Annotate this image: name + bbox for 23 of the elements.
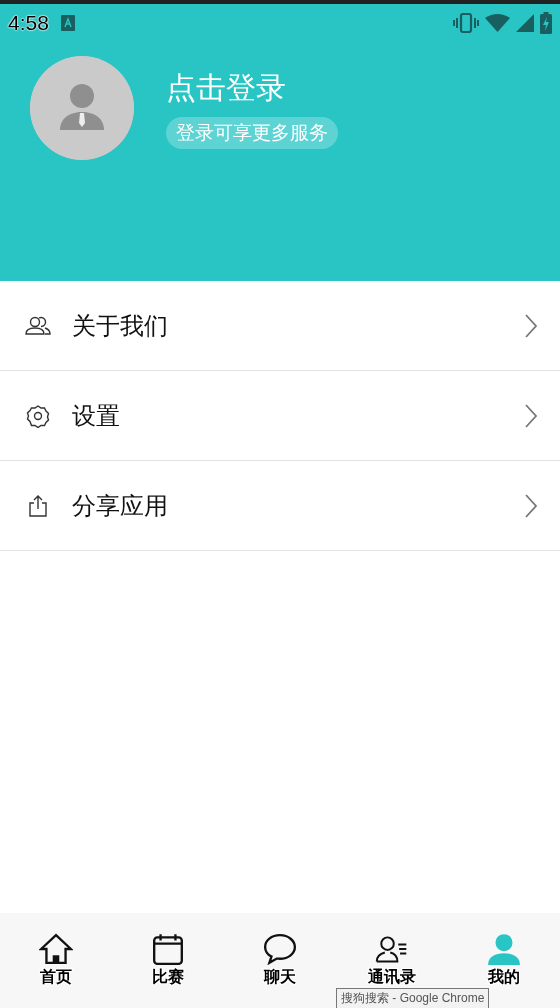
tooltip: 搜狗搜索 - Google Chrome: [336, 988, 490, 1008]
nav-tab[interactable]: 通讯录: [336, 933, 448, 988]
chevron-right-icon: [524, 312, 538, 339]
chevron-right-icon: [524, 402, 538, 429]
contacts-icon: [375, 933, 409, 965]
nav-tab[interactable]: 我的: [448, 933, 560, 988]
person-icon: [487, 933, 521, 965]
login-subtitle: 登录可享更多服务: [166, 116, 338, 149]
nav-tab[interactable]: 比赛: [112, 933, 224, 988]
nav-tab[interactable]: 聊天: [224, 933, 336, 988]
calendar-icon: [151, 933, 185, 965]
signal-icon: [516, 14, 534, 32]
nav-tab[interactable]: 首页: [0, 933, 112, 988]
keyboard-notification-icon: [60, 15, 75, 31]
status-time: 4:58: [8, 11, 49, 35]
avatar-icon[interactable]: [30, 56, 134, 160]
vibrate-icon: [453, 13, 479, 33]
chat-icon: [263, 933, 297, 965]
home-icon: [39, 933, 73, 965]
chevron-right-icon: [524, 492, 538, 519]
settings-icon: [24, 403, 52, 428]
battery-icon: [540, 12, 552, 34]
wifi-icon: [485, 14, 510, 32]
